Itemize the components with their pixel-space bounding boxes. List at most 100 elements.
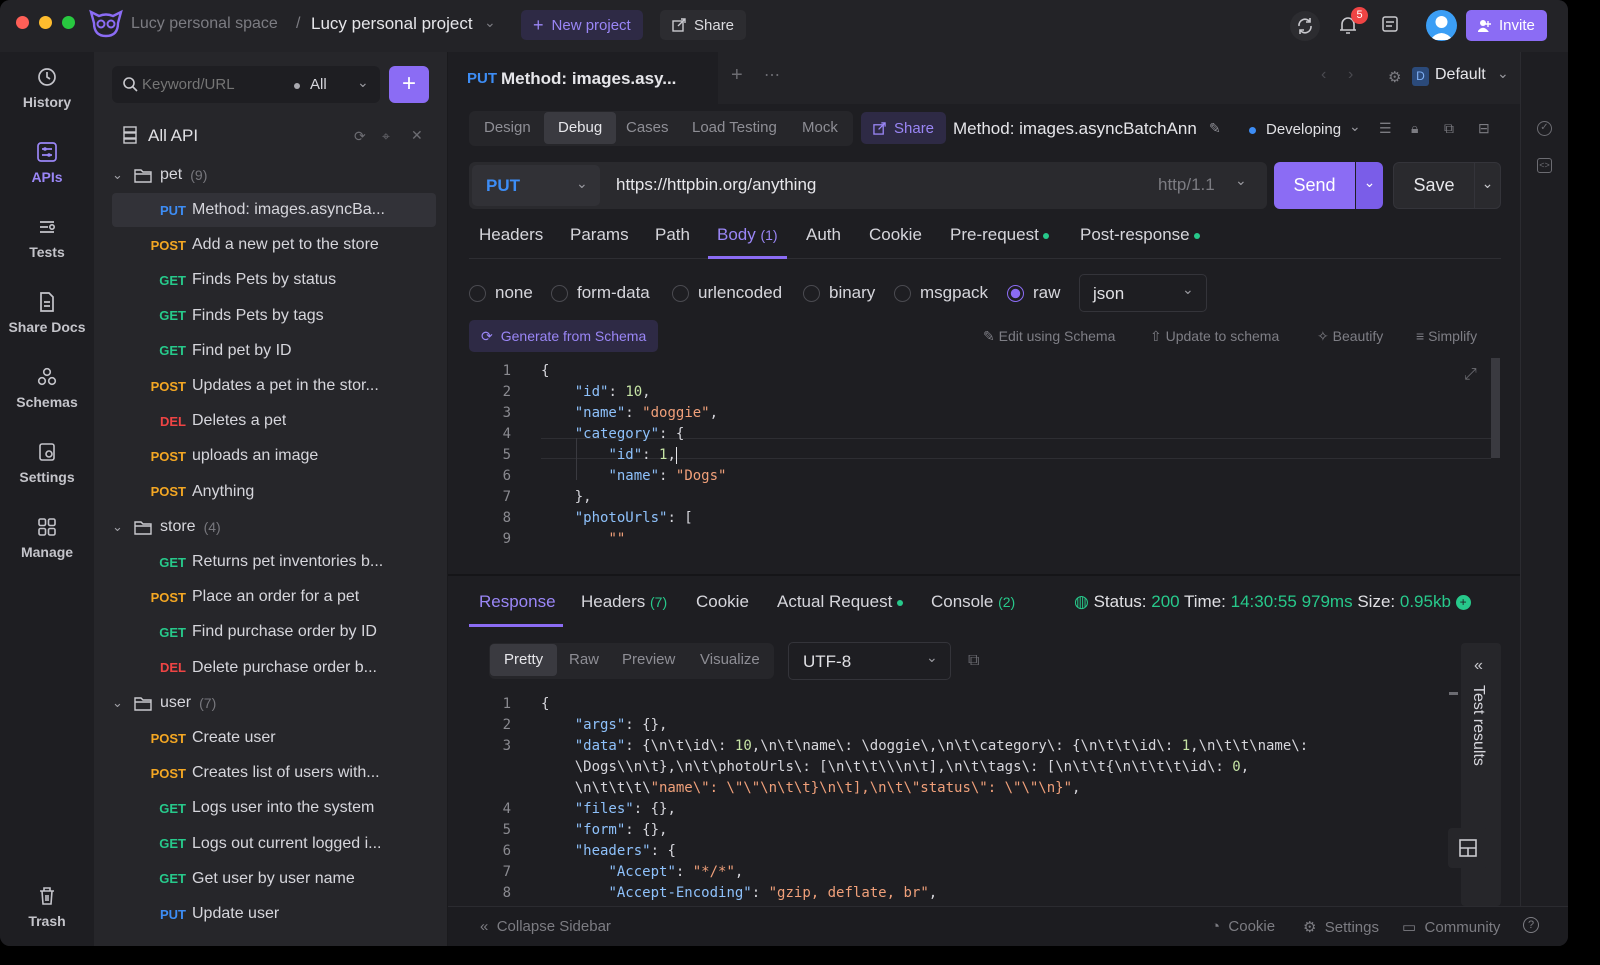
encoding-select[interactable]: UTF-8 ⌄ bbox=[788, 642, 951, 680]
invite-button[interactable]: Invite bbox=[1466, 10, 1547, 41]
share-project-button[interactable]: Share bbox=[660, 10, 747, 40]
send-button[interactable]: Send bbox=[1274, 162, 1355, 209]
endpoint-row[interactable]: GET Finds Pets by status bbox=[112, 263, 436, 297]
tab-cases[interactable]: Cases bbox=[612, 112, 683, 144]
new-project-button[interactable]: + New project bbox=[521, 10, 643, 40]
close-window-button[interactable] bbox=[16, 16, 29, 29]
body-type-none[interactable]: none bbox=[469, 283, 533, 303]
folder-user[interactable]: ⌄ user (7) bbox=[112, 686, 436, 720]
all-api-label[interactable]: All API bbox=[148, 126, 198, 146]
view-raw[interactable]: Raw bbox=[555, 644, 613, 676]
tab-response[interactable]: Response bbox=[479, 592, 556, 612]
tab-pre-request[interactable]: Pre-request bbox=[950, 225, 1049, 245]
project-name[interactable]: Lucy personal project bbox=[311, 14, 473, 34]
endpoint-row[interactable]: GET Get user by user name bbox=[112, 862, 436, 896]
status-select[interactable]: Developing bbox=[1266, 121, 1341, 138]
view-pretty[interactable]: Pretty bbox=[490, 644, 558, 676]
archive-icon[interactable]: ⊟ bbox=[1478, 120, 1490, 137]
tab-load-testing[interactable]: Load Testing bbox=[678, 112, 791, 144]
body-format-select[interactable]: json ⌄ bbox=[1079, 274, 1207, 312]
collapse-sidebar-button[interactable]: « Collapse Sidebar bbox=[480, 918, 611, 935]
body-type-form-data[interactable]: form-data bbox=[551, 283, 650, 303]
rail-item-trash[interactable]: Trash bbox=[0, 885, 94, 929]
avatar[interactable] bbox=[1426, 10, 1457, 41]
protocol-select[interactable]: http/1.1 bbox=[1158, 175, 1215, 195]
endpoint-row[interactable]: GET Finds Pets by tags bbox=[112, 299, 436, 333]
body-type-urlencoded[interactable]: urlencoded bbox=[672, 283, 782, 303]
endpoint-row[interactable]: POST Anything bbox=[112, 475, 436, 509]
tab-post-response[interactable]: Post-response bbox=[1080, 225, 1200, 245]
workspace-name[interactable]: Lucy personal space bbox=[131, 15, 278, 33]
test-results-panel[interactable]: « Test results bbox=[1448, 643, 1501, 906]
method-select[interactable]: PUT ⌄ bbox=[472, 165, 600, 206]
tab-response-headers[interactable]: Headers (7) bbox=[581, 592, 667, 612]
chevron-down-icon[interactable]: ⌄ bbox=[1497, 65, 1509, 82]
body-type-binary[interactable]: binary bbox=[803, 283, 875, 303]
layout-toggle-button[interactable] bbox=[1448, 828, 1488, 868]
tab-headers[interactable]: Headers bbox=[479, 225, 543, 245]
tab-actual-request[interactable]: Actual Request bbox=[777, 592, 904, 612]
send-options-button[interactable]: ⌄ bbox=[1356, 162, 1383, 209]
community-button[interactable]: ▭ Community bbox=[1402, 918, 1500, 936]
share-endpoint-button[interactable]: Share bbox=[861, 112, 947, 144]
size-info-icon[interactable]: + bbox=[1455, 595, 1471, 611]
endpoint-name[interactable]: Method: images.asyncBatchAnn bbox=[953, 119, 1197, 139]
tab-body[interactable]: Body (1) bbox=[717, 225, 778, 245]
update-schema-button[interactable]: ⇧ Update to schema bbox=[1150, 328, 1279, 345]
tab-cookie[interactable]: Cookie bbox=[869, 225, 922, 245]
tab-debug[interactable]: Debug bbox=[544, 112, 617, 144]
edit-schema-button[interactable]: ✎ Edit using Schema bbox=[983, 328, 1115, 345]
folder-store[interactable]: ⌄ store (4) bbox=[112, 510, 436, 544]
rail-item-settings[interactable]: Settings bbox=[0, 441, 94, 485]
rail-item-share-docs[interactable]: Share Docs bbox=[0, 291, 94, 335]
search-input[interactable] bbox=[142, 72, 282, 97]
cookie-button[interactable]: ◔ Cookie bbox=[1211, 918, 1275, 935]
simplify-button[interactable]: ≡ Simplify bbox=[1416, 328, 1477, 344]
tab-console[interactable]: Console (2) bbox=[931, 592, 1015, 612]
endpoint-row[interactable]: GET Logs out current logged i... bbox=[112, 827, 436, 861]
view-preview[interactable]: Preview bbox=[608, 644, 689, 676]
save-options-button[interactable]: ⌄ bbox=[1474, 162, 1501, 209]
beautify-button[interactable]: ✧ Beautify bbox=[1317, 328, 1383, 345]
body-type-msgpack[interactable]: msgpack bbox=[894, 283, 988, 303]
outline-icon[interactable]: ☰ bbox=[1379, 120, 1392, 137]
endpoint-row[interactable]: GET Find purchase order by ID bbox=[112, 615, 436, 649]
lock-icon[interactable]: 🔒︎ bbox=[1411, 120, 1418, 137]
rail-item-apis[interactable]: APIs bbox=[0, 141, 94, 185]
splitter[interactable] bbox=[448, 574, 1520, 576]
settings-button[interactable]: ⚙ Settings bbox=[1303, 918, 1379, 936]
endpoint-row[interactable]: GET Find pet by ID bbox=[112, 334, 436, 368]
tab-mock[interactable]: Mock bbox=[788, 112, 852, 144]
generate-from-schema-button[interactable]: ⟳ Generate from Schema bbox=[469, 320, 659, 352]
endpoint-row[interactable]: PUT Update user bbox=[112, 897, 436, 931]
chevron-down-icon[interactable]: ⌄ bbox=[484, 14, 496, 31]
tab-design[interactable]: Design bbox=[470, 112, 545, 144]
folder-pet[interactable]: ⌄ pet (9) bbox=[112, 158, 436, 192]
endpoint-row[interactable]: DEL Deletes a pet bbox=[112, 404, 436, 438]
rail-item-manage[interactable]: Manage bbox=[0, 516, 94, 560]
maximize-window-button[interactable] bbox=[62, 16, 75, 29]
response-body-viewer[interactable]: 1 {2 "args": {}, 3 "data": {\n\t\id\: 10,\… bbox=[469, 692, 1459, 906]
gear-icon[interactable]: ⚙ bbox=[1388, 68, 1401, 86]
endpoint-row[interactable]: POST Creates list of users with... bbox=[112, 756, 436, 790]
more-tabs-icon[interactable]: ⋯ bbox=[764, 65, 780, 85]
endpoint-row[interactable]: POST uploads an image bbox=[112, 439, 436, 473]
view-visualize[interactable]: Visualize bbox=[686, 644, 774, 676]
notes-icon[interactable] bbox=[1381, 15, 1399, 33]
environment-select[interactable]: Default bbox=[1435, 66, 1486, 84]
chevron-left-icon[interactable]: ‹ bbox=[1321, 66, 1326, 84]
minimize-window-button[interactable] bbox=[39, 16, 52, 29]
url-input[interactable] bbox=[616, 170, 1136, 200]
locate-icon[interactable]: ⌖ bbox=[382, 128, 390, 145]
help-icon[interactable]: ? bbox=[1523, 917, 1539, 933]
collapse-all-icon[interactable]: ✕ bbox=[411, 127, 423, 144]
endpoint-row[interactable]: POST Add a new pet to the store bbox=[112, 228, 436, 262]
tab-params[interactable]: Params bbox=[570, 225, 629, 245]
endpoint-row[interactable]: POST Updates a pet in the stor... bbox=[112, 369, 436, 403]
rail-item-schemas[interactable]: Schemas bbox=[0, 366, 94, 410]
endpoint-row[interactable]: POST Create user bbox=[112, 721, 436, 755]
chevron-down-icon[interactable]: ⌄ bbox=[1235, 172, 1247, 189]
request-body-editor[interactable]: 1 {2 "id": 10, 3 "name": "doggie", 4 "categ… bbox=[469, 358, 1501, 558]
chevron-down-icon[interactable]: ⌄ bbox=[1349, 118, 1361, 135]
rail-item-tests[interactable]: Tests bbox=[0, 216, 94, 260]
